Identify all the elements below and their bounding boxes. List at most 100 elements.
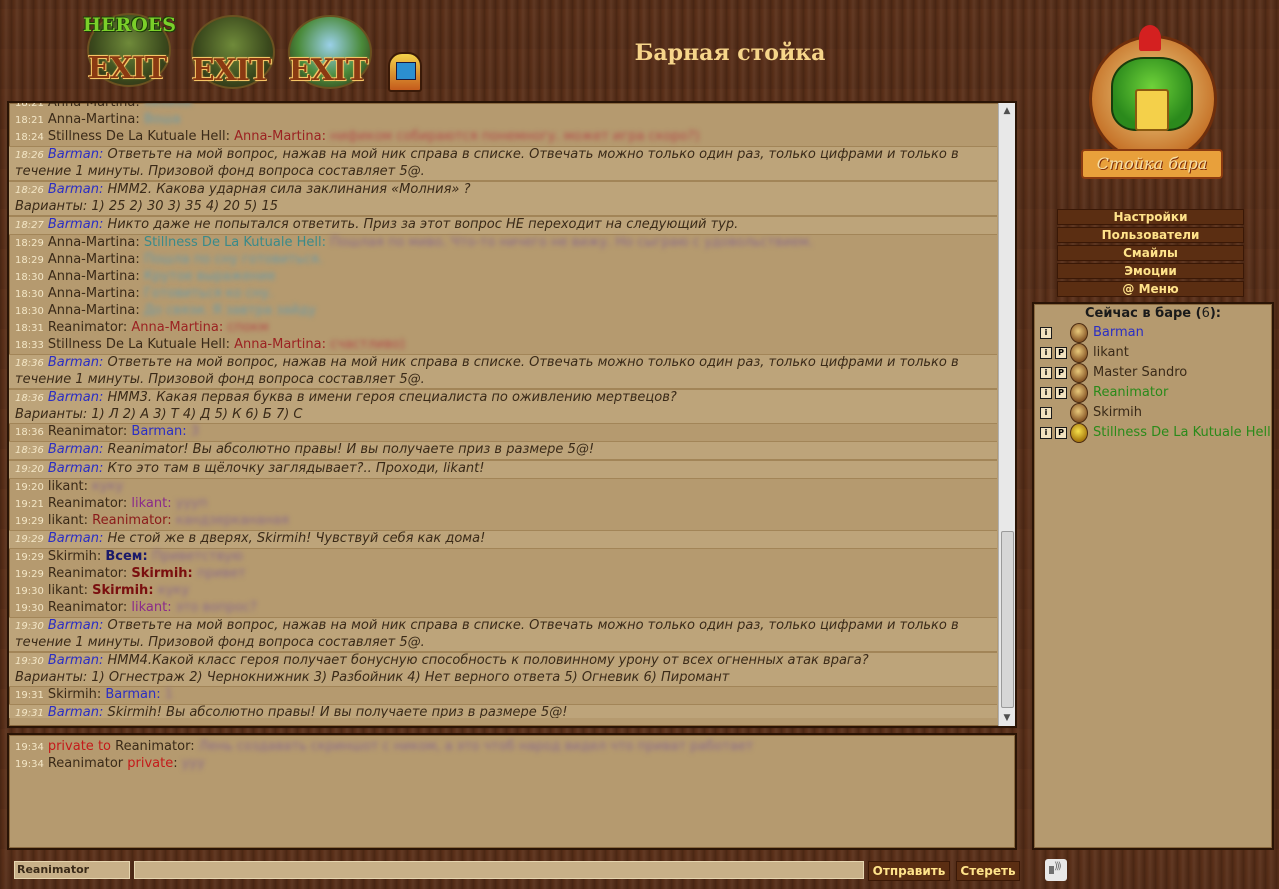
message-recipient[interactable]: Reanimator [92,513,167,528]
chat-scrollbar[interactable]: ▲ ▼ [998,103,1015,726]
message-author[interactable]: Barman [48,442,99,457]
send-button[interactable]: Отправить [868,861,950,881]
info-icon[interactable]: i [1040,387,1052,399]
message-author[interactable]: Barman [48,147,99,162]
user-name[interactable]: likant [1093,343,1129,363]
message-author[interactable]: Barman [48,182,99,197]
info-icon[interactable]: i [1040,327,1052,339]
info-icon[interactable]: i [1040,407,1052,419]
message-recipient[interactable]: Skirmih [131,566,187,581]
message-time: 19:31 [15,708,44,718]
message-author[interactable]: likant [48,513,84,528]
private-message: 19:34 Reanimator private: ууу [9,756,1015,773]
message-recipient[interactable]: Anna-Martina [234,337,321,352]
message-author[interactable]: Skirmih [48,549,97,564]
message-author[interactable]: likant [48,479,84,494]
message-author[interactable]: Skirmih [48,687,97,702]
message-author[interactable]: Anna-Martina [48,252,135,267]
message-recipient[interactable]: Barman [105,687,156,702]
scroll-down-icon[interactable]: ▼ [999,710,1015,726]
message-recipient[interactable]: Всем [105,549,142,564]
info-icon[interactable]: i [1040,347,1052,359]
jukebox-icon[interactable] [388,52,422,92]
message-author[interactable]: Reanimator [48,600,123,615]
clear-button[interactable]: Стереть [956,861,1020,881]
message-author[interactable]: Barman [48,618,99,633]
message-author[interactable]: Barman [48,217,99,232]
message-author[interactable]: Anna-Martina [48,286,135,301]
private-icon[interactable]: P [1055,387,1067,399]
sound-icon[interactable] [1045,859,1067,881]
info-icon[interactable]: i [1040,427,1052,439]
message-text-blurred: Пошла по сну готовиться. [143,252,323,267]
message-text-blurred: 3 [190,424,200,439]
message-author[interactable]: Barman [48,531,99,546]
menu-users[interactable]: Пользователи [1057,227,1244,243]
chat-messages[interactable]: 18:21 Anna-Martina: хихихи 18:21 Anna-Marti… [9,103,997,718]
heroes-portal-exit-logo[interactable]: HEROES EXIT [82,8,176,88]
chat-message: 18:30 Anna-Martina: До связи. Я завтра за… [9,303,997,320]
user-name[interactable]: Reanimator [1093,383,1168,403]
info-icon[interactable]: i [1040,367,1052,379]
user-row[interactable]: i Skirmih [1034,403,1272,423]
message-recipient[interactable]: Anna-Martina [131,320,218,335]
message-text-blurred: ууу [181,756,205,771]
user-name[interactable]: Barman [1093,323,1144,343]
chat-message: 18:24 Stillness De La Kutuale Hell: Anna-… [9,129,997,146]
message-text-variants: Варианты: 1) 25 2) 30 3) 35 4) 20 5) 15 [15,199,279,214]
message-author[interactable]: Reanimator [48,566,123,581]
message-author[interactable]: Anna-Martina [48,269,135,284]
message-author[interactable]: Anna-Martina [48,112,135,127]
message-author[interactable]: Anna-Martina [48,303,135,318]
message-time: 19:31 [15,690,44,701]
user-row[interactable]: i Barman [1034,323,1272,343]
message-recipient[interactable]: Barman [131,424,182,439]
message-author[interactable]: Barman [48,705,99,718]
avatar [1070,363,1088,383]
message-author[interactable]: Stillness De La Kutuale Hell [48,337,226,352]
message-input[interactable] [134,861,864,879]
scrollbar-thumb[interactable] [1001,531,1014,708]
scroll-up-icon[interactable]: ▲ [999,103,1015,119]
user-name[interactable]: Skirmih [1093,403,1142,423]
private-icon[interactable]: P [1055,427,1067,439]
message-author[interactable]: Stillness De La Kutuale Hell [48,129,226,144]
exit-logo-2[interactable]: EXIT [186,10,276,90]
user-name[interactable]: Master Sandro [1093,363,1187,383]
menu-emotions[interactable]: Эмоции [1057,263,1244,279]
user-row[interactable]: i P Stillness De La Kutuale Hell [1034,423,1272,443]
message-recipient[interactable]: likant [131,496,167,511]
user-name[interactable]: Stillness De La Kutuale Hell [1093,423,1271,443]
user-row[interactable]: i P Master Sandro [1034,363,1272,383]
menu-settings[interactable]: Настройки [1057,209,1244,225]
message-recipient[interactable]: Skirmih [92,583,148,598]
system-message: 18:36 Barman: Ответьте на мой вопрос, наж… [9,354,997,389]
message-recipient[interactable]: likant [131,600,167,615]
message-author[interactable]: Barman [48,355,99,370]
user-row[interactable]: i P Reanimator [1034,383,1272,403]
message-author[interactable]: Reanimator [48,496,123,511]
menu-smileys[interactable]: Смайлы [1057,245,1244,261]
menu-at-menu[interactable]: @ Меню [1057,281,1244,297]
message-recipient[interactable]: Anna-Martina [234,129,321,144]
message-text-blurred: Воша [143,112,181,127]
message-text: HMM4.Какой класс героя получает бонусную… [107,653,869,668]
message-time: 19:20 [15,482,44,493]
private-icon[interactable]: P [1055,367,1067,379]
message-author[interactable]: Anna-Martina [48,103,135,110]
message-author[interactable]: Reanimator [48,320,123,335]
message-author[interactable]: Barman [48,390,99,405]
message-author[interactable]: likant [48,583,84,598]
message-author[interactable]: Barman [48,461,99,476]
message-time: 19:30 [15,586,44,597]
chat-message: 18:31 Reanimator: Anna-Martina: спокм [9,320,997,337]
message-author[interactable]: Anna-Martina [48,235,135,250]
message-recipient[interactable]: Stillness De La Kutuale Hell [144,235,322,250]
user-row[interactable]: i Plikant [1034,343,1272,363]
message-author[interactable]: Reanimator [48,424,123,439]
message-author[interactable]: Barman [48,653,99,668]
exit-logo-3[interactable]: EXIT [283,10,373,90]
exit-label: EXIT [87,51,168,86]
nick-field[interactable]: Reanimator [14,861,130,879]
private-icon[interactable]: P [1055,347,1067,359]
